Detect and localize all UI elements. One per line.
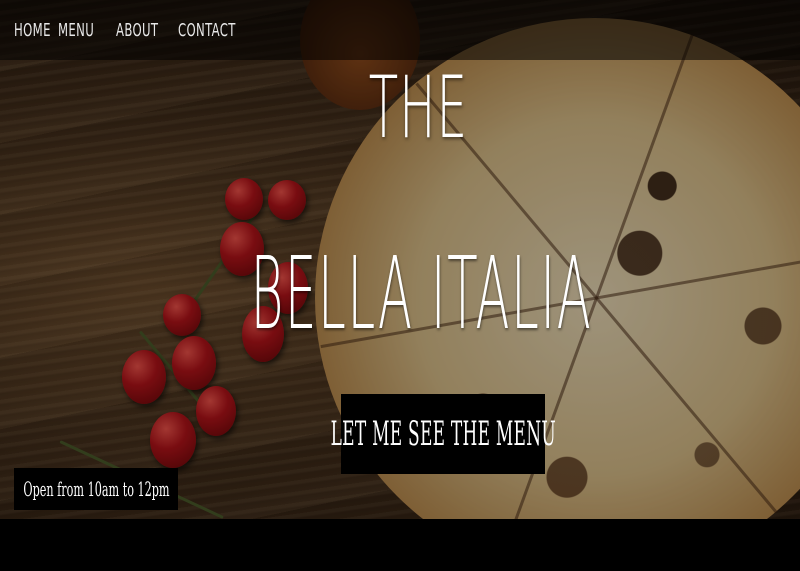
hero-title-the: The — [368, 58, 469, 158]
see-menu-button[interactable]: Let me see the menu — [330, 394, 555, 474]
nav-slot-menu: Menu — [44, 20, 102, 41]
nav-link-about[interactable]: About — [116, 20, 158, 41]
nav-link-home[interactable]: Home — [14, 20, 51, 41]
nav-link-contact[interactable]: Contact — [178, 20, 236, 41]
nav-slot-home: Home — [0, 20, 50, 41]
nav-slot-about: About — [102, 20, 164, 41]
page-bottom-band — [0, 519, 800, 571]
opening-hours-badge: Open from 10am to 12pm — [14, 468, 178, 510]
landing-page: Home Menu About Contact The Bella Italia… — [0, 0, 800, 571]
nav-slot-contact: Contact — [164, 20, 244, 41]
hero-title-restaurant-name: Bella Italia — [250, 235, 593, 352]
opening-hours-text: Open from 10am to 12pm — [22, 477, 170, 501]
see-menu-button-label: Let me see the menu — [330, 414, 556, 454]
top-nav-bar: Home Menu About Contact — [0, 0, 800, 60]
nav-link-menu[interactable]: Menu — [58, 20, 94, 41]
